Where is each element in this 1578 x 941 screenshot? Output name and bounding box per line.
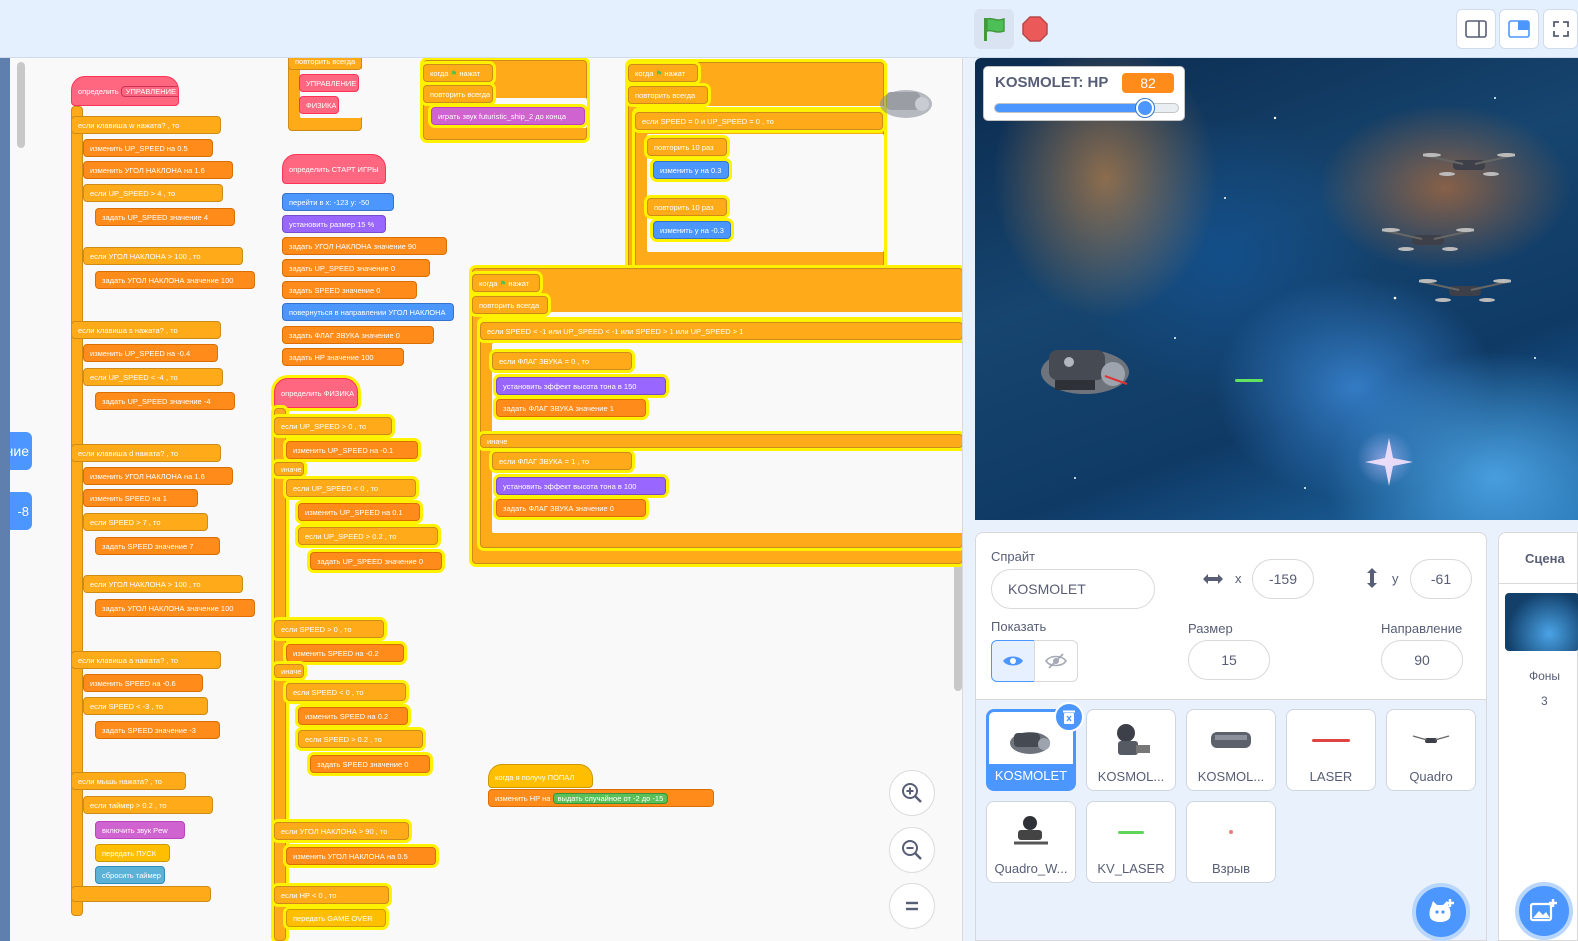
sprite-tile-name: Quadro: [1409, 769, 1453, 784]
scratch-editor: ние -8 определить УПРАВЛЕНИЕ если клавиш…: [0, 0, 1578, 941]
stage-selector-panel[interactable]: Сцена Фоны 3: [1498, 532, 1578, 941]
eye-icon: [1003, 656, 1023, 666]
fullscreen-button[interactable]: [1543, 9, 1578, 49]
green-flag-button[interactable]: [974, 9, 1014, 49]
sprite-tile-name: KOSMOL...: [1097, 769, 1165, 784]
small-stage-icon: [1465, 20, 1487, 38]
sprite-name-input[interactable]: KOSMOLET: [991, 569, 1155, 609]
equals-icon: [906, 901, 918, 911]
zoom-reset-button[interactable]: [889, 883, 935, 929]
sprite-info-panel: Спрайт KOSMOLET x -159 y -61 Показать Ра…: [975, 532, 1487, 700]
sprite-tile-name: KV_LASER: [1097, 861, 1165, 876]
engine-thumbnail-icon: [1211, 732, 1251, 748]
sprite-tile-name: KOSMOL...: [1197, 769, 1265, 784]
large-stage-icon: [1508, 20, 1530, 38]
stop-button[interactable]: [1015, 9, 1055, 49]
size-label: Размер: [1188, 621, 1233, 636]
image-plus-icon: [1530, 899, 1557, 922]
kosmolet-sprite: [1041, 350, 1129, 394]
category-tab-control[interactable]: ние: [10, 432, 32, 470]
explosion-thumbnail-icon: [1229, 830, 1233, 834]
size-input[interactable]: 15: [1188, 640, 1270, 680]
turret-thumbnail-icon: [1117, 724, 1150, 755]
laser-sprite: [1235, 379, 1263, 382]
sprite-tile-quadro[interactable]: Quadro: [1386, 709, 1476, 791]
show-visible-button[interactable]: [991, 640, 1035, 682]
quadro-drone-sprite: [1382, 228, 1474, 251]
stage-header: [0, 0, 1578, 58]
zoom-out-icon: [902, 840, 922, 860]
sprite-tile-kv-laser[interactable]: KV_LASER: [1086, 801, 1176, 883]
small-stage-button[interactable]: [1456, 9, 1496, 49]
sprite-tile-quadro-w[interactable]: Quadro_W...: [986, 801, 1076, 883]
sprite-tile-name: Взрыв: [1211, 861, 1251, 876]
add-sprite-button[interactable]: [1412, 883, 1470, 941]
trash-icon: [1063, 710, 1075, 724]
eye-slash-icon: [1045, 653, 1067, 669]
code-scrollbar-left[interactable]: [17, 62, 25, 148]
direction-input[interactable]: 90: [1381, 640, 1463, 680]
sprite-tile-name: LASER: [1309, 769, 1353, 784]
show-label: Показать: [991, 619, 1047, 634]
code-area-sprite-preview: [876, 82, 936, 122]
drone-thumbnail-icon: [1412, 735, 1450, 743]
sprite-tile-laser[interactable]: LASER: [1286, 709, 1376, 791]
zoom-in-button[interactable]: [889, 770, 935, 816]
vertical-arrows-icon: [1367, 568, 1377, 588]
green-flag-icon: [984, 17, 1005, 41]
delete-sprite-button[interactable]: [1054, 702, 1084, 732]
horizontal-arrows-icon: [1203, 574, 1223, 584]
sprite-tile-kosmolet-2[interactable]: KOSMOL...: [1086, 709, 1176, 791]
quadro-weapon-thumbnail-icon: [1014, 816, 1048, 845]
kv-laser-thumbnail-icon: [1118, 830, 1144, 834]
kosmolet-thumbnail-icon: [1010, 732, 1050, 754]
show-hidden-button[interactable]: [1034, 640, 1078, 682]
y-position-input[interactable]: -61: [1410, 559, 1472, 599]
blocks-palette-edge: [0, 0, 10, 941]
sprite-list: KOSMOLET KOSMOL... KOSMOL... LASER Quadr…: [975, 700, 1487, 941]
category-tab-number[interactable]: -8: [10, 492, 32, 530]
stop-icon: [1022, 16, 1048, 42]
direction-label: Направление: [1381, 621, 1463, 636]
stage-canvas[interactable]: KOSMOLET: HP 82: [975, 58, 1578, 520]
backdrops-count: 3: [1541, 694, 1548, 708]
cat-plus-icon: [1429, 899, 1454, 922]
large-stage-button[interactable]: [1499, 9, 1539, 49]
zoom-out-button[interactable]: [889, 827, 935, 873]
x-position-input[interactable]: -159: [1252, 559, 1314, 599]
fullscreen-icon: [1552, 21, 1569, 37]
add-backdrop-button[interactable]: [1515, 882, 1573, 940]
code-area[interactable]: ние -8 определить УПРАВЛЕНИЕ если клавиш…: [10, 58, 963, 941]
sprite-tile-explosion[interactable]: Взрыв: [1186, 801, 1276, 883]
stage-panel-title: Сцена: [1525, 551, 1565, 566]
laser-thumbnail-icon: [1312, 738, 1350, 742]
zoom-in-icon: [902, 783, 922, 803]
sprite-tile-name: Quadro_W...: [994, 861, 1068, 876]
sprite-tile-kosmolet-3[interactable]: KOSMOL...: [1186, 709, 1276, 791]
sprite-tile-name: KOSMOLET: [989, 764, 1073, 788]
sprite-label: Спрайт: [991, 549, 1036, 564]
quadro-drone-sprite: [1423, 153, 1515, 176]
y-label: y: [1392, 571, 1399, 586]
backdrop-thumbnail[interactable]: [1505, 593, 1578, 651]
quadro-drone-sprite: [1419, 279, 1511, 302]
backdrops-label: Фоны: [1529, 669, 1561, 683]
x-label: x: [1235, 571, 1242, 586]
